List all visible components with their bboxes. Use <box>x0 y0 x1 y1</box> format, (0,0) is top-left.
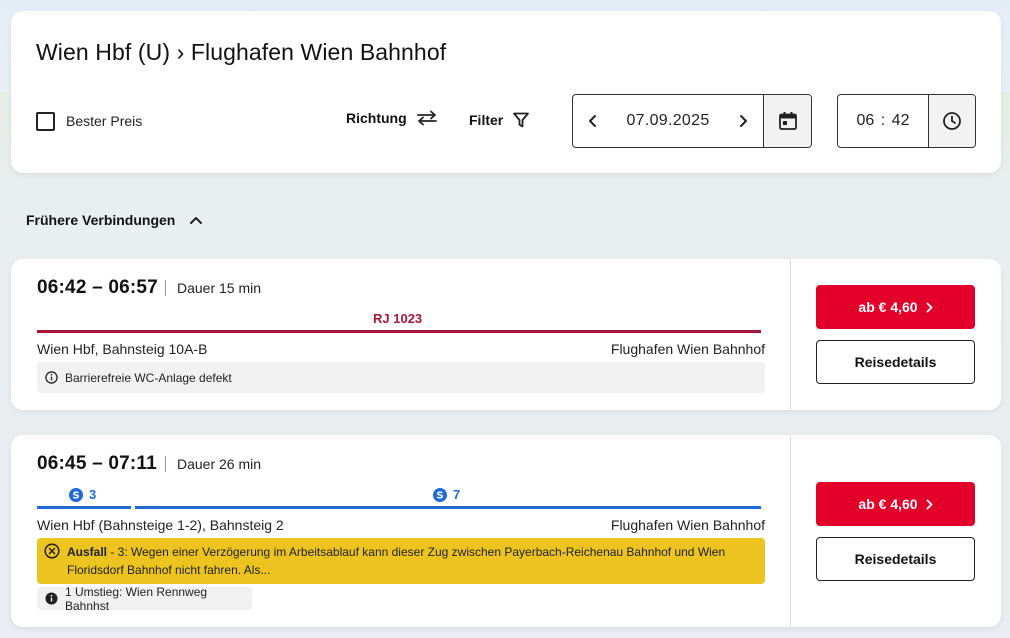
connection-times: 06:45 – 07:11 <box>37 453 157 474</box>
trip-details-button[interactable]: Reisedetails <box>816 537 975 581</box>
calendar-button[interactable] <box>763 95 811 147</box>
route-line <box>135 506 761 509</box>
segment-label: S 3 <box>69 487 96 502</box>
cancel-circle-icon <box>44 543 60 559</box>
segment-line-number: 3 <box>89 487 97 502</box>
filter-label: Filter <box>469 112 504 128</box>
earlier-connections-toggle[interactable]: Frühere Verbindungen <box>26 212 203 228</box>
route-line <box>37 506 131 509</box>
transfer-text: 1 Umstieg: Wien Rennweg Bahnhst <box>65 584 208 613</box>
filter-button[interactable]: Filter <box>469 111 530 129</box>
date-picker: 07.09.2025 <box>572 94 812 148</box>
segment-line-number: 7 <box>453 487 461 502</box>
swap-arrows-icon <box>416 110 438 126</box>
connection-times: 06:42 – 06:57 <box>37 277 158 298</box>
destination-stop: Flughafen Wien Bahnhof <box>610 517 765 533</box>
s-bahn-icon: S <box>433 487 447 502</box>
chevron-right-icon <box>738 114 748 128</box>
svg-text:S: S <box>72 490 79 501</box>
duration: Dauer 15 min <box>177 280 262 296</box>
alert-title: Ausfall <box>67 545 108 559</box>
previous-day-button[interactable] <box>573 95 613 147</box>
date-value[interactable]: 07.09.2025 <box>613 95 723 147</box>
s-bahn-icon: S <box>69 487 83 502</box>
card-divider <box>790 435 791 627</box>
info-notice: Barrierefreie WC-Anlage defekt <box>37 362 765 393</box>
segment-label: S 7 <box>433 487 460 502</box>
connection-card[interactable]: 06:45 – 07:11 Dauer 26 min S 3 S 7 Wien … <box>11 435 1001 627</box>
funnel-icon <box>512 111 530 129</box>
chevron-left-icon <box>588 114 598 128</box>
destination-stop: Flughafen Wien Bahnhof <box>610 341 765 357</box>
price-button[interactable]: ab € 4,60 <box>816 285 975 329</box>
chevron-right-icon <box>926 302 933 313</box>
time-value[interactable]: 06 : 42 <box>838 95 928 147</box>
earlier-connections-label: Frühere Verbindungen <box>26 212 176 228</box>
clock-button[interactable] <box>928 95 975 147</box>
info-text: Barrierefreie WC-Anlage defekt <box>65 370 232 385</box>
separator <box>165 456 166 472</box>
route-line <box>37 330 761 333</box>
route-title: Wien Hbf (U) › Flughafen Wien Bahnhof <box>36 39 447 65</box>
price-label: ab € 4,60 <box>858 299 918 315</box>
chevron-up-icon <box>189 215 203 225</box>
next-day-button[interactable] <box>723 95 763 147</box>
train-label: RJ 1023 <box>373 311 423 326</box>
direction-button[interactable]: Richtung <box>346 110 438 126</box>
info-filled-icon <box>45 592 58 605</box>
transfer-info: 1 Umstieg: Wien Rennweg Bahnhst <box>37 584 252 613</box>
origin-stop: Wien Hbf, Bahnsteig 10A-B <box>37 341 208 357</box>
info-outline-icon <box>45 371 58 384</box>
trip-details-button[interactable]: Reisedetails <box>816 340 975 384</box>
svg-text:S: S <box>436 490 443 501</box>
time-picker: 06 : 42 <box>837 94 976 148</box>
separator <box>165 280 166 296</box>
cancellation-alert: Ausfall - 3: Wegen einer Verzögerung im … <box>37 538 765 584</box>
direction-label: Richtung <box>346 110 407 126</box>
duration: Dauer 26 min <box>177 456 262 472</box>
price-label: ab € 4,60 <box>858 496 918 512</box>
price-button[interactable]: ab € 4,60 <box>816 482 975 526</box>
best-price-checkbox[interactable] <box>36 112 55 131</box>
calendar-icon <box>778 111 798 131</box>
origin-stop: Wien Hbf (Bahnsteige 1-2), Bahnsteig 2 <box>37 517 284 533</box>
connection-card[interactable]: 06:42 – 06:57 Dauer 15 min RJ 1023 Wien … <box>11 259 1001 410</box>
alert-text: - 3: Wegen einer Verzögerung im Arbeitsa… <box>67 545 726 577</box>
search-card: Wien Hbf (U) › Flughafen Wien Bahnhof Be… <box>11 11 1001 173</box>
chevron-right-icon <box>926 499 933 510</box>
best-price-label[interactable]: Bester Preis <box>66 113 142 129</box>
card-divider <box>790 259 791 410</box>
clock-icon <box>942 111 962 131</box>
